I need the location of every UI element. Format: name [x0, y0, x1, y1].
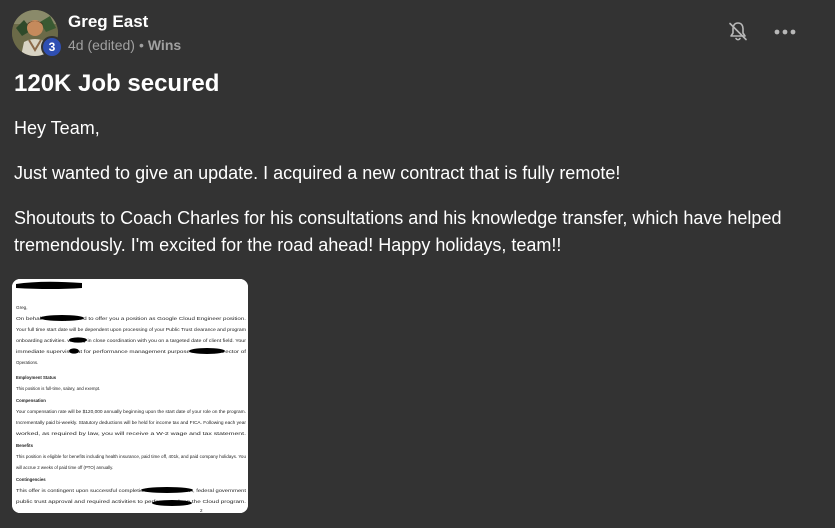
doc-line: This position is full-time, salary, and …	[16, 386, 100, 391]
doc-section-heading: Contingencies	[16, 477, 46, 482]
post-time: 4d (edited)	[68, 37, 135, 53]
doc-line: Your compensation rate will be $120,000 …	[16, 409, 246, 414]
redaction-mark	[69, 348, 79, 354]
doc-line: Incrementally paid bi-weekly. Statutory …	[16, 420, 247, 425]
redaction-mark	[141, 487, 193, 493]
post-title: 120K Job secured	[14, 70, 220, 97]
post-header: 3 Greg East 4d (edited) • Wins	[12, 8, 823, 58]
author-name[interactable]: Greg East	[68, 12, 148, 32]
doc-line: This position is eligible for benefits i…	[16, 454, 247, 459]
post-card: 3 Greg East 4d (edited) • Wins 120K Job se…	[0, 0, 835, 528]
redaction-mark	[152, 500, 192, 506]
offer-letter-document: Greg,On behalf of I am pleased to offer …	[12, 279, 248, 513]
post-paragraph: Just wanted to give an update. I acquire…	[14, 163, 621, 183]
post-paragraph: Shoutouts to Coach Charles for his consu…	[14, 208, 782, 255]
doc-line: worked, as required by law, you will rec…	[16, 431, 246, 436]
doc-line: public trust approval and required activ…	[16, 499, 246, 504]
doc-line: Your full time start date will be depend…	[16, 327, 246, 332]
attachment-image[interactable]: Greg, On behalf of I am pleased to offer …	[12, 279, 248, 513]
doc-line: Operations.	[16, 360, 38, 365]
post-paragraph: Hey Team,	[14, 118, 100, 138]
redaction-mark	[69, 337, 87, 343]
doc-section-heading: Employment Status	[16, 375, 57, 380]
meta-separator: •	[138, 37, 144, 53]
doc-greeting: Greg,	[16, 305, 28, 310]
bell-muted-icon[interactable]	[726, 20, 750, 44]
doc-section-heading: Benefits	[16, 443, 34, 448]
post-meta: 4d (edited) • Wins	[68, 37, 181, 53]
redaction-mark	[16, 281, 82, 289]
doc-line: onboarding activities. will stay in clos…	[16, 338, 247, 343]
doc-section-heading: Compensation	[16, 398, 46, 403]
category-link[interactable]: Wins	[148, 37, 181, 53]
redaction-mark	[40, 315, 84, 321]
doc-line: will accrue 2 weeks of paid time off (PT…	[16, 465, 113, 470]
level-badge: 3	[41, 36, 63, 58]
more-horizontal-icon[interactable]	[771, 20, 799, 44]
doc-line: This offer is contingent upon successful…	[16, 488, 247, 493]
redaction-mark	[189, 348, 225, 354]
